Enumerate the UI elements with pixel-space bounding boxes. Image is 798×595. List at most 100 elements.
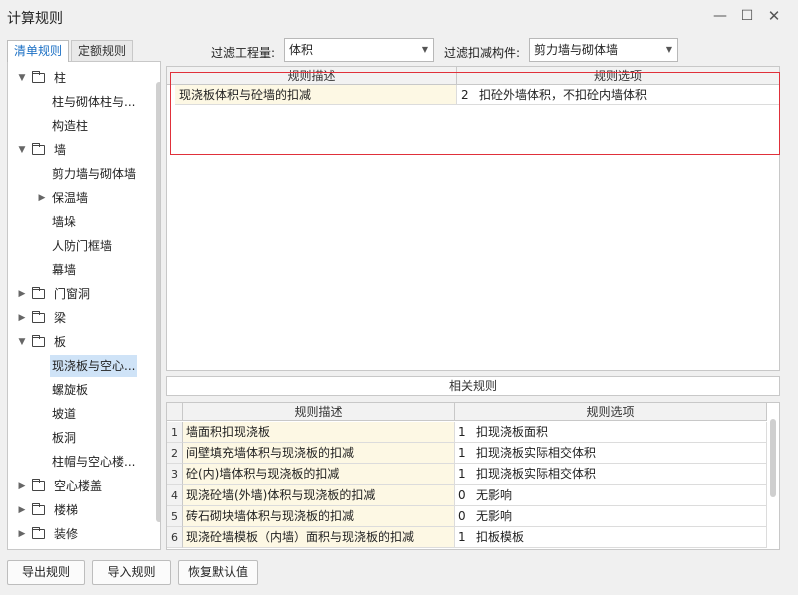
tree-item-label: 保温墙 — [52, 191, 89, 205]
folder-icon — [32, 527, 45, 539]
related-rule-option-number: 1 — [458, 467, 466, 481]
rule-option-cell[interactable]: 2 扣砼外墙体积，不扣砼内墙体积 — [457, 85, 779, 105]
chevron-right-icon[interactable]: ▶ — [17, 523, 27, 545]
chevron-right-icon[interactable]: ▶ — [17, 283, 27, 305]
row-number: 4 — [167, 485, 183, 506]
filter-component-select[interactable]: 剪力墙与砌体墙 ▼ — [529, 38, 678, 62]
title-bar: 计算规则 — ☐ ✕ — [0, 0, 798, 34]
row-number: 5 — [167, 506, 183, 527]
tree-item-label: 柱与砌体柱与... — [52, 95, 136, 109]
folder-icon — [32, 311, 45, 323]
filter-quantity-select[interactable]: 体积 ▼ — [284, 38, 434, 62]
related-rule-description[interactable]: 砖石砌块墙体积与现浇板的扣减 — [183, 506, 455, 527]
tree-item-label: 现浇板与空心... — [50, 355, 138, 377]
tree-item[interactable]: ▼ 板 — [8, 331, 148, 353]
chevron-right-icon[interactable]: ▶ — [17, 475, 27, 497]
tree-item-label: 墙 — [54, 143, 67, 157]
related-rule-option-number: 1 — [458, 530, 466, 544]
tree-item-label: 空心楼盖 — [54, 479, 103, 493]
related-rule-option-text: 无影响 — [476, 509, 513, 523]
tree-item[interactable]: ▶ 装修 — [8, 523, 148, 545]
tree-item[interactable]: 柱帽与空心楼... — [8, 451, 148, 473]
column-header-description[interactable]: 规则描述 — [183, 403, 455, 421]
maximize-icon[interactable]: ☐ — [737, 6, 757, 26]
rule-option-text: 扣砼外墙体积，不扣砼内墙体积 — [479, 88, 648, 102]
chevron-right-icon[interactable]: ▶ — [17, 499, 27, 521]
tree-item[interactable]: ▼ 柱 — [8, 67, 148, 89]
related-rule-option[interactable]: 1 扣现浇板实际相交体积 — [455, 464, 767, 485]
rule-description-cell[interactable]: 现浇板体积与砼墙的扣减 — [175, 85, 457, 105]
tree-item[interactable]: 板洞 — [8, 427, 148, 449]
column-header-option[interactable]: 规则选项 — [455, 403, 767, 421]
chevron-right-icon[interactable]: ▶ — [37, 187, 47, 209]
rules-grid: 规则描述 规则选项 现浇板体积与砼墙的扣减 2 扣砼外墙体积，不扣砼内墙体积 — [166, 66, 780, 371]
component-tree: ▼ 柱柱与砌体柱与... 构造柱 ▼ 墙剪力墙与砌体墙 ▶ 保温墙 墙垛 人防门框墙 幕墙 ▶ 门窗洞… — [7, 61, 161, 550]
chevron-down-icon[interactable]: ▼ — [17, 331, 27, 353]
close-icon[interactable]: ✕ — [764, 6, 784, 26]
tree-item[interactable]: ▶ 楼梯 — [8, 499, 148, 521]
related-rule-option[interactable]: 1 扣现浇板面积 — [455, 422, 767, 443]
tree-item-label: 构造柱 — [52, 119, 89, 133]
tree-item[interactable]: ▼ 墙 — [8, 139, 148, 161]
tree-item-label: 板 — [54, 335, 67, 349]
tree-item[interactable]: 人防门框墙 — [8, 235, 148, 257]
tree-item-label: 坡道 — [52, 407, 77, 421]
tree-item[interactable]: 墙垛 — [8, 211, 148, 233]
tree-item[interactable]: 构造柱 — [8, 115, 148, 137]
tree-item-label: 柱 — [54, 71, 67, 85]
related-rule-option[interactable]: 1 扣板模板 — [455, 527, 767, 548]
tree-item[interactable]: ▶ 保温墙 — [8, 187, 148, 209]
related-rules-label: 相关规则 — [166, 376, 780, 396]
tab-list-rules[interactable]: 清单规则 — [7, 40, 70, 62]
tree-item-label: 人防门框墙 — [52, 239, 113, 253]
related-rule-option-text: 无影响 — [476, 488, 513, 502]
related-rule-option[interactable]: 0 无影响 — [455, 506, 767, 527]
export-rules-button[interactable]: 导出规则 — [7, 560, 85, 585]
tree-item-label: 剪力墙与砌体墙 — [52, 167, 137, 181]
tree-item-label: 梁 — [54, 311, 67, 325]
tree-scrollbar[interactable] — [156, 82, 160, 522]
tree-item[interactable]: 坡道 — [8, 403, 148, 425]
related-rule-description[interactable]: 现浇砼墙模板（内墙）面积与现浇板的扣减 — [183, 527, 455, 548]
related-rule-option-text: 扣现浇板实际相交体积 — [476, 467, 597, 481]
folder-icon — [32, 503, 45, 515]
chevron-down-icon[interactable]: ▼ — [17, 139, 27, 161]
chevron-right-icon[interactable]: ▶ — [17, 307, 27, 329]
filter-quantity-label: 过滤工程量: — [211, 46, 276, 60]
tree-item[interactable]: ▶ 门窗洞 — [8, 283, 148, 305]
tree-item[interactable]: ▶ 梁 — [8, 307, 148, 329]
column-header-description[interactable]: 规则描述 — [167, 67, 457, 85]
minimize-icon[interactable]: — — [710, 6, 730, 26]
folder-icon — [32, 479, 45, 491]
tree-item[interactable]: 幕墙 — [8, 259, 148, 281]
grid-scrollbar[interactable] — [770, 419, 776, 497]
related-rule-option[interactable]: 1 扣现浇板实际相交体积 — [455, 443, 767, 464]
tree-item-label: 楼梯 — [54, 503, 79, 517]
row-number: 3 — [167, 464, 183, 485]
restore-defaults-button[interactable]: 恢复默认值 — [178, 560, 258, 585]
tree-item[interactable]: 现浇板与空心... — [8, 355, 148, 377]
rule-option-number: 2 — [461, 88, 469, 102]
related-rule-description[interactable]: 砼(内)墙体积与现浇板的扣减 — [183, 464, 455, 485]
related-rule-option-text: 扣现浇板实际相交体积 — [476, 446, 597, 460]
related-rule-option[interactable]: 0 无影响 — [455, 485, 767, 506]
related-rule-option-text: 扣现浇板面积 — [476, 425, 549, 439]
tree-item[interactable]: ▶ 空心楼盖 — [8, 475, 148, 497]
folder-icon — [32, 287, 45, 299]
tree-item[interactable]: 柱与砌体柱与... — [8, 91, 148, 113]
import-rules-button[interactable]: 导入规则 — [92, 560, 171, 585]
column-header-option[interactable]: 规则选项 — [457, 67, 779, 85]
filter-quantity-value: 体积 — [289, 43, 314, 57]
tree-item[interactable]: 剪力墙与砌体墙 — [8, 163, 148, 185]
tree-item[interactable]: 螺旋板 — [8, 379, 148, 401]
related-rules-grid: 规则描述 规则选项 1 墙面积扣现浇板 1 扣现浇板面积 2 间壁填充墙体积与现浇板的扣减… — [166, 402, 780, 550]
related-rule-description[interactable]: 间壁填充墙体积与现浇板的扣减 — [183, 443, 455, 464]
tab-quota-rules[interactable]: 定额规则 — [71, 40, 134, 62]
row-number-header — [167, 403, 183, 421]
tree-item-label: 墙垛 — [52, 215, 77, 229]
related-rule-description[interactable]: 现浇砼墙(外墙)体积与现浇板的扣减 — [183, 485, 455, 506]
chevron-down-icon[interactable]: ▼ — [17, 67, 27, 89]
related-rule-description[interactable]: 墙面积扣现浇板 — [183, 422, 455, 443]
row-number: 1 — [167, 422, 183, 443]
folder-icon — [32, 335, 45, 347]
